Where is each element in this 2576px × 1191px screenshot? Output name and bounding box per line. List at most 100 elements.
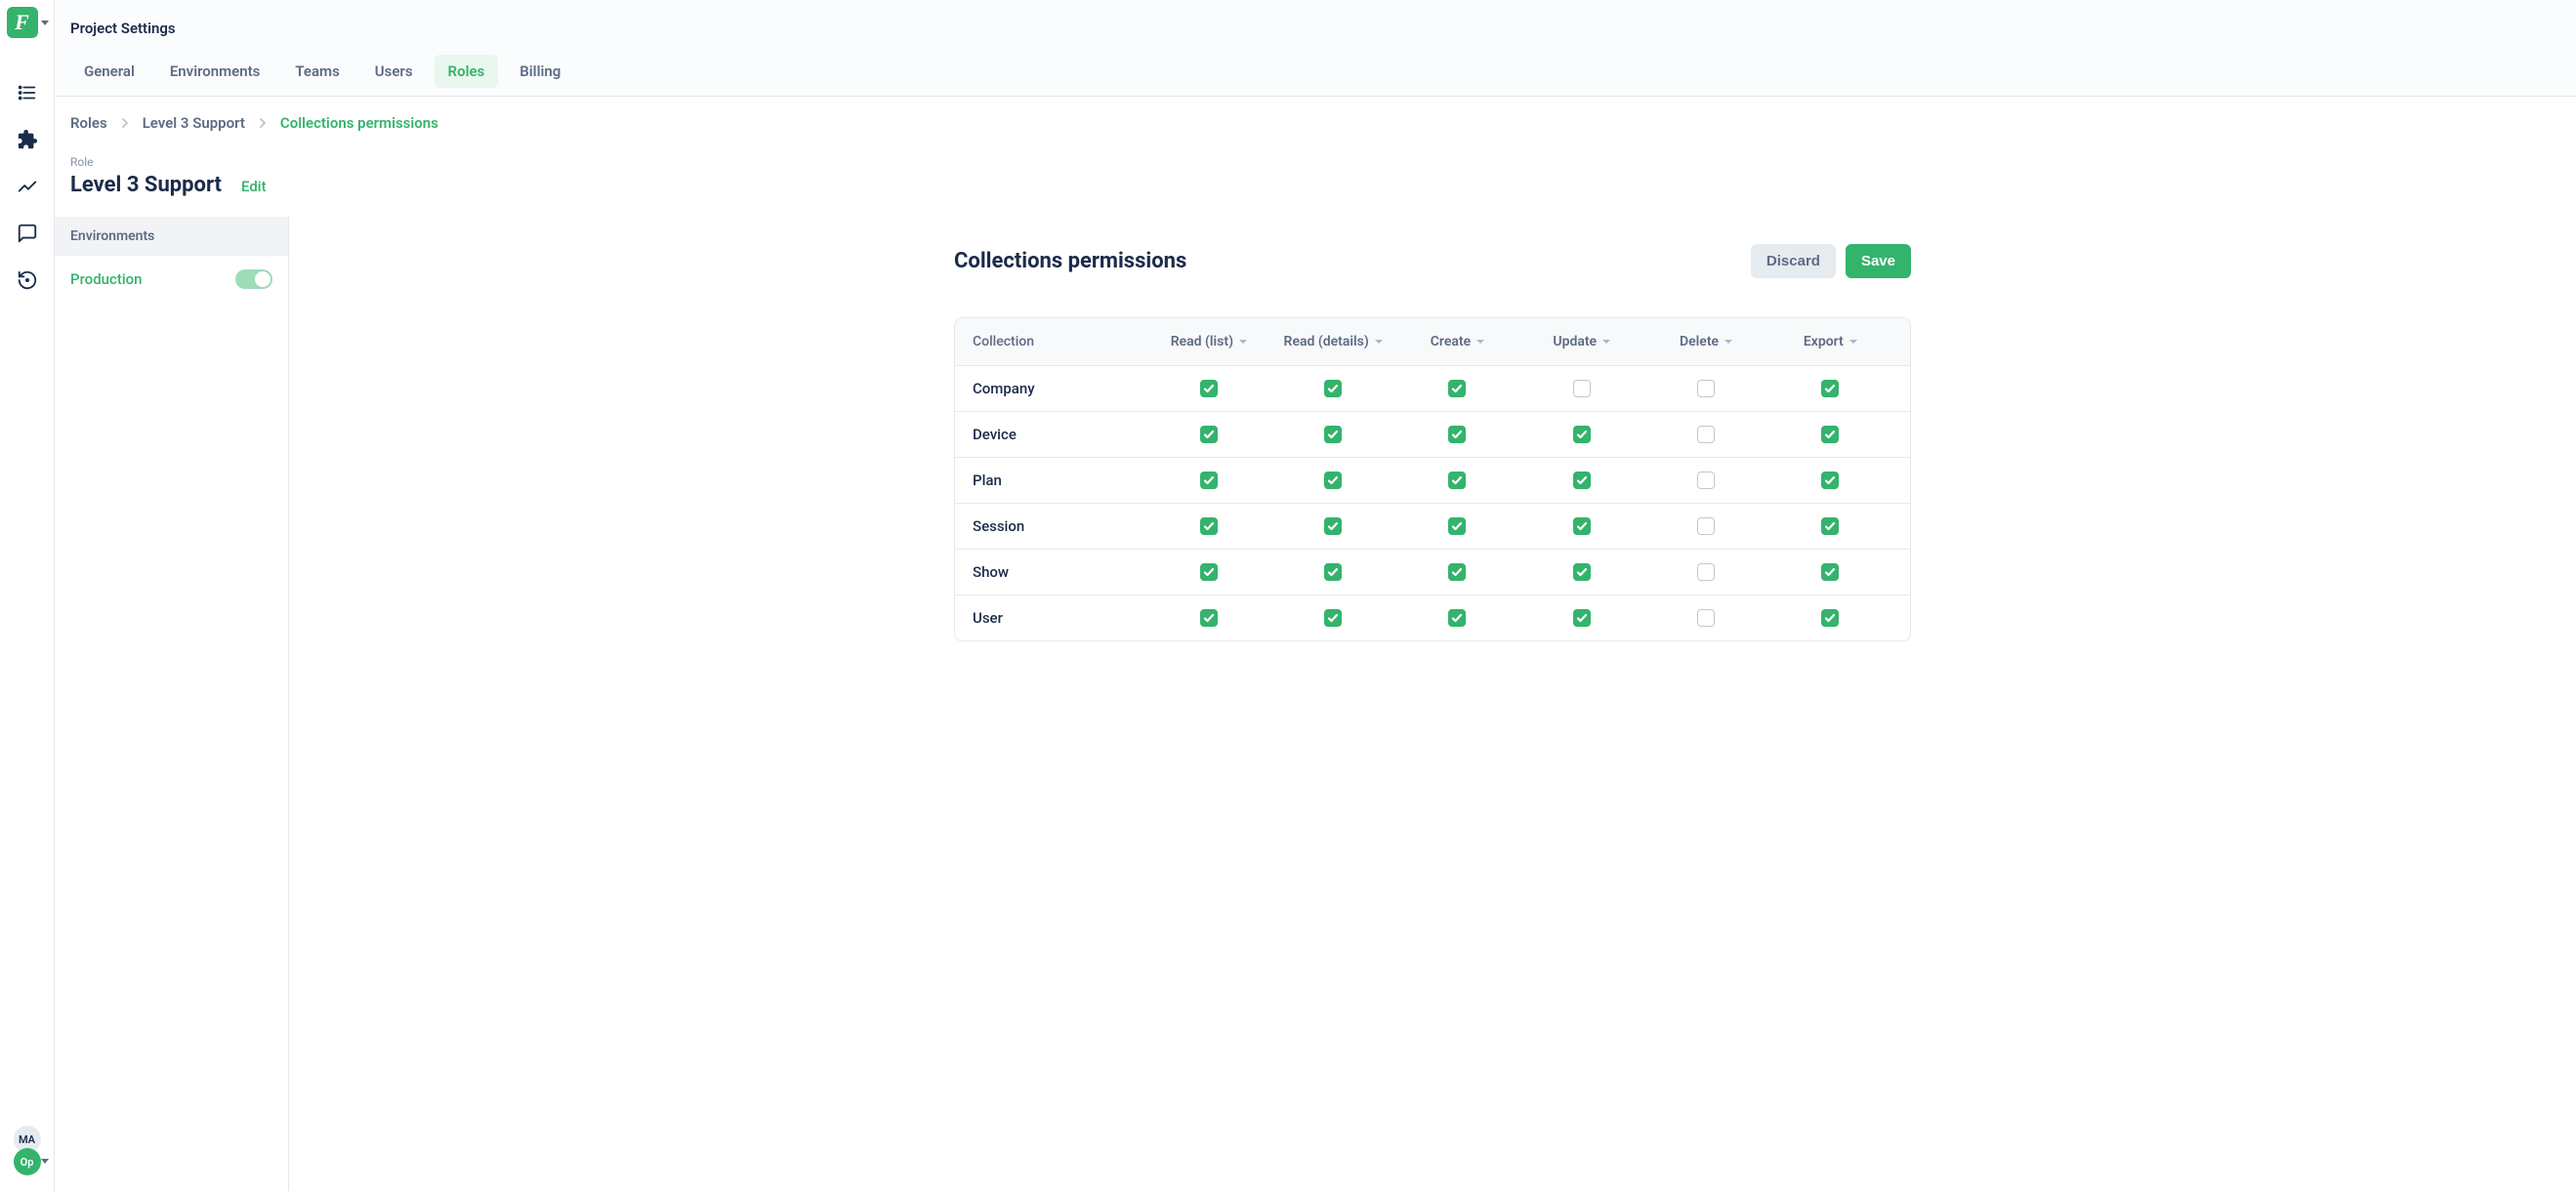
permission-checkbox[interactable] [1697,517,1715,535]
column-header-dropdown[interactable]: Read (details) [1271,334,1395,349]
permission-checkbox[interactable] [1448,609,1466,627]
environment-item[interactable]: Production [55,256,288,303]
column-header-dropdown[interactable]: Delete [1643,334,1767,349]
permission-checkbox[interactable] [1200,517,1218,535]
permission-checkbox[interactable] [1448,517,1466,535]
permission-checkbox[interactable] [1821,380,1839,397]
permission-checkbox[interactable] [1200,380,1218,397]
environment-toggle[interactable] [235,269,272,289]
permission-checkbox[interactable] [1324,380,1342,397]
restore-icon[interactable] [16,268,39,292]
tab-teams[interactable]: Teams [281,55,353,88]
permission-checkbox[interactable] [1448,563,1466,581]
permission-checkbox[interactable] [1200,563,1218,581]
chevron-right-icon [259,117,267,129]
permission-cell [1395,426,1519,443]
puzzle-icon[interactable] [16,128,39,151]
breadcrumb-item[interactable]: Roles [70,114,107,132]
list-icon[interactable] [16,81,39,104]
permission-checkbox[interactable] [1324,609,1342,627]
permission-cell [1271,380,1395,397]
chat-icon[interactable] [16,222,39,245]
permission-checkbox[interactable] [1697,380,1715,397]
column-header-dropdown[interactable]: Create [1395,334,1519,349]
permission-checkbox[interactable] [1200,609,1218,627]
settings-tabs: GeneralEnvironmentsTeamsUsersRolesBillin… [70,55,2560,96]
permission-cell [1271,563,1395,581]
permission-checkbox[interactable] [1200,472,1218,489]
permission-checkbox[interactable] [1448,426,1466,443]
column-header-dropdown[interactable]: Export [1768,334,1892,349]
tab-general[interactable]: General [70,55,148,88]
column-header-label: Read (list) [1171,334,1233,349]
content-area: Collections permissions Discard Save Col… [289,217,2576,1191]
permission-cell [1395,517,1519,535]
permission-cell [1519,380,1643,397]
content-title: Collections permissions [954,249,1186,273]
permission-checkbox[interactable] [1448,472,1466,489]
permission-checkbox[interactable] [1697,609,1715,627]
permission-cell [1768,472,1892,489]
permission-cell [1643,380,1767,397]
page-context: Project Settings [70,20,2560,37]
logo-dropdown[interactable]: F [6,7,49,38]
permission-checkbox[interactable] [1573,380,1591,397]
permission-checkbox[interactable] [1821,426,1839,443]
permission-cell [1395,472,1519,489]
save-button[interactable]: Save [1846,244,1911,278]
permission-checkbox[interactable] [1697,426,1715,443]
permission-cell [1395,563,1519,581]
permission-checkbox[interactable] [1573,472,1591,489]
permission-checkbox[interactable] [1573,563,1591,581]
permission-checkbox[interactable] [1448,380,1466,397]
permission-checkbox[interactable] [1821,517,1839,535]
permission-checkbox[interactable] [1821,563,1839,581]
permission-checkbox[interactable] [1573,426,1591,443]
edit-role-link[interactable]: Edit [241,178,267,195]
table-row: Plan [955,457,1910,503]
permission-checkbox[interactable] [1821,472,1839,489]
user-switcher[interactable]: MAOp [14,1126,41,1175]
permission-cell [1643,609,1767,627]
chevron-down-icon [41,1159,49,1164]
permission-checkbox[interactable] [1324,472,1342,489]
tab-users[interactable]: Users [361,55,427,88]
tab-roles[interactable]: Roles [435,55,499,88]
discard-button[interactable]: Discard [1751,244,1836,278]
breadcrumb: Roles Level 3 Support Collections permissi… [55,97,2576,149]
permission-checkbox[interactable] [1324,563,1342,581]
permission-checkbox[interactable] [1697,563,1715,581]
breadcrumb-item[interactable]: Level 3 Support [143,114,245,132]
permission-checkbox[interactable] [1200,426,1218,443]
permission-cell [1271,517,1395,535]
collection-name: Device [973,426,1146,443]
permission-checkbox[interactable] [1324,426,1342,443]
permission-checkbox[interactable] [1697,472,1715,489]
collection-name: Show [973,563,1146,581]
collection-name: Session [973,517,1146,535]
column-header-dropdown[interactable]: Read (list) [1146,334,1270,349]
environments-header: Environments [55,217,288,256]
nav-rail: F MAOp [0,0,55,1191]
role-name: Level 3 Support [70,173,222,197]
permission-cell [1768,517,1892,535]
breadcrumb-item[interactable]: Collections permissions [280,114,438,132]
table-row: User [955,595,1910,640]
permission-cell [1271,609,1395,627]
permission-checkbox[interactable] [1821,609,1839,627]
column-header-dropdown[interactable]: Update [1519,334,1643,349]
permission-cell [1519,609,1643,627]
permission-checkbox[interactable] [1573,609,1591,627]
permission-checkbox[interactable] [1324,517,1342,535]
collection-name: Plan [973,472,1146,489]
app-logo: F [7,7,38,38]
tab-environments[interactable]: Environments [156,55,274,88]
tab-billing[interactable]: Billing [506,55,574,88]
activity-icon[interactable] [16,175,39,198]
chevron-down-icon [1724,340,1732,344]
permission-checkbox[interactable] [1573,517,1591,535]
table-row: Company [955,365,1910,411]
table-row: Device [955,411,1910,457]
chevron-down-icon [1602,340,1610,344]
permission-cell [1643,517,1767,535]
